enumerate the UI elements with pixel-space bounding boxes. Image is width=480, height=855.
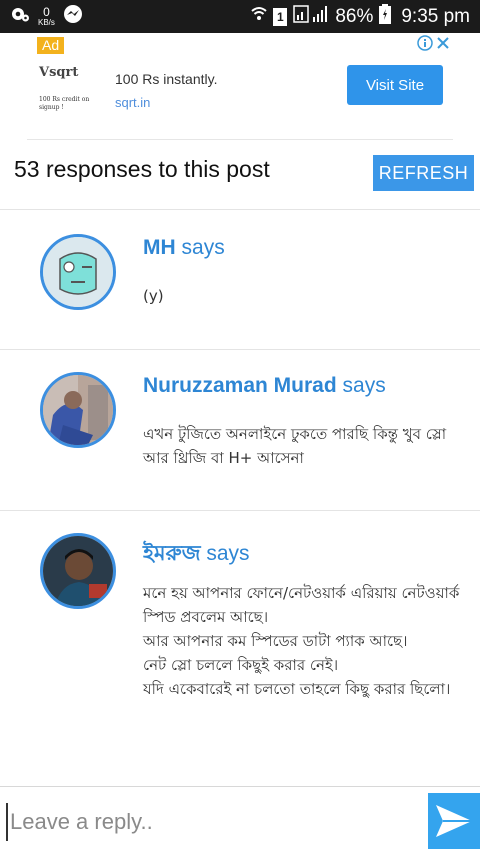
ad-logo: Vsqrt 100 Rs credit on signup ! bbox=[39, 65, 99, 125]
comment-says: says bbox=[181, 236, 225, 259]
network-speed-value: 0 bbox=[43, 5, 50, 19]
avatar bbox=[40, 372, 116, 448]
ad-badge: Ad bbox=[37, 37, 65, 54]
comment-text: (y) bbox=[143, 287, 164, 305]
network-speed-unit: KB/s bbox=[38, 18, 55, 27]
ad-controls bbox=[417, 35, 451, 55]
sim-label: 1 bbox=[276, 9, 284, 24]
reply-input[interactable] bbox=[6, 803, 422, 841]
clock-time: 9:35 pm bbox=[401, 5, 470, 27]
ad-headline: 100 Rs instantly. bbox=[115, 71, 218, 87]
battery-icon bbox=[379, 3, 392, 30]
comment-header: Nuruzzaman Murad says bbox=[143, 374, 386, 398]
ad-close-icon[interactable] bbox=[435, 35, 451, 55]
ad-logo-text: Vsqrt bbox=[39, 65, 79, 80]
refresh-button[interactable]: REFRESH bbox=[373, 155, 474, 191]
status-bar-left: 0 KB/s bbox=[0, 4, 83, 29]
user-photo-icon bbox=[43, 375, 113, 445]
ad-visit-site-button[interactable]: Visit Site bbox=[347, 65, 443, 105]
comment-item: ইমরুজ says মনে হয় আপনার ফোনে/নেটওয়ার্ক… bbox=[0, 511, 480, 781]
comment-says: says bbox=[206, 542, 250, 565]
reply-bar bbox=[0, 786, 480, 855]
sim-icon: 1 bbox=[273, 7, 288, 26]
comment-author[interactable]: ইমরুজ bbox=[143, 542, 200, 565]
comment-header: MH says bbox=[143, 236, 225, 260]
comment-header: ইমরুজ says bbox=[143, 537, 250, 572]
comment-item: Nuruzzaman Murad says এখন টুজিতে অনলাইনে… bbox=[0, 350, 480, 510]
network-speed: 0 KB/s bbox=[38, 6, 55, 27]
comment-text: এখন টুজিতে অনলাইনে ঢুকতে পারছি কিন্তু খু… bbox=[143, 425, 447, 467]
ad-logo-caption: 100 Rs credit on signup ! bbox=[39, 96, 90, 111]
ad-url[interactable]: sqrt.in bbox=[115, 95, 150, 110]
battery-percent: 86% bbox=[335, 5, 374, 27]
send-icon bbox=[436, 805, 472, 837]
send-button[interactable] bbox=[428, 793, 480, 849]
status-bar-right: 1 86% 9:35 pm bbox=[251, 3, 480, 30]
settings-gear-icon bbox=[10, 5, 30, 28]
avatar bbox=[40, 234, 116, 310]
wifi-icon bbox=[251, 5, 267, 29]
responses-title: 53 responses to this post bbox=[14, 156, 270, 182]
comment-author[interactable]: Nuruzzaman Murad bbox=[143, 374, 337, 397]
comment-text: মনে হয় আপনার ফোনে/নেটওয়ার্ক এরিয়ায় ন… bbox=[143, 584, 460, 698]
ad-banner[interactable]: Ad Vsqrt 100 Rs credit on signup ! 100 R… bbox=[27, 33, 453, 140]
signal-icon bbox=[293, 4, 329, 29]
avatar bbox=[40, 533, 116, 609]
comment-author[interactable]: MH bbox=[143, 236, 176, 259]
status-bar: 0 KB/s 1 86% 9:35 pm bbox=[0, 0, 480, 33]
messenger-icon bbox=[63, 4, 83, 29]
comment-item: MH says (y) bbox=[0, 210, 480, 348]
default-face-icon bbox=[43, 237, 113, 307]
comment-says: says bbox=[342, 374, 386, 397]
ad-info-icon[interactable] bbox=[417, 35, 433, 55]
user-photo-icon bbox=[43, 536, 113, 606]
